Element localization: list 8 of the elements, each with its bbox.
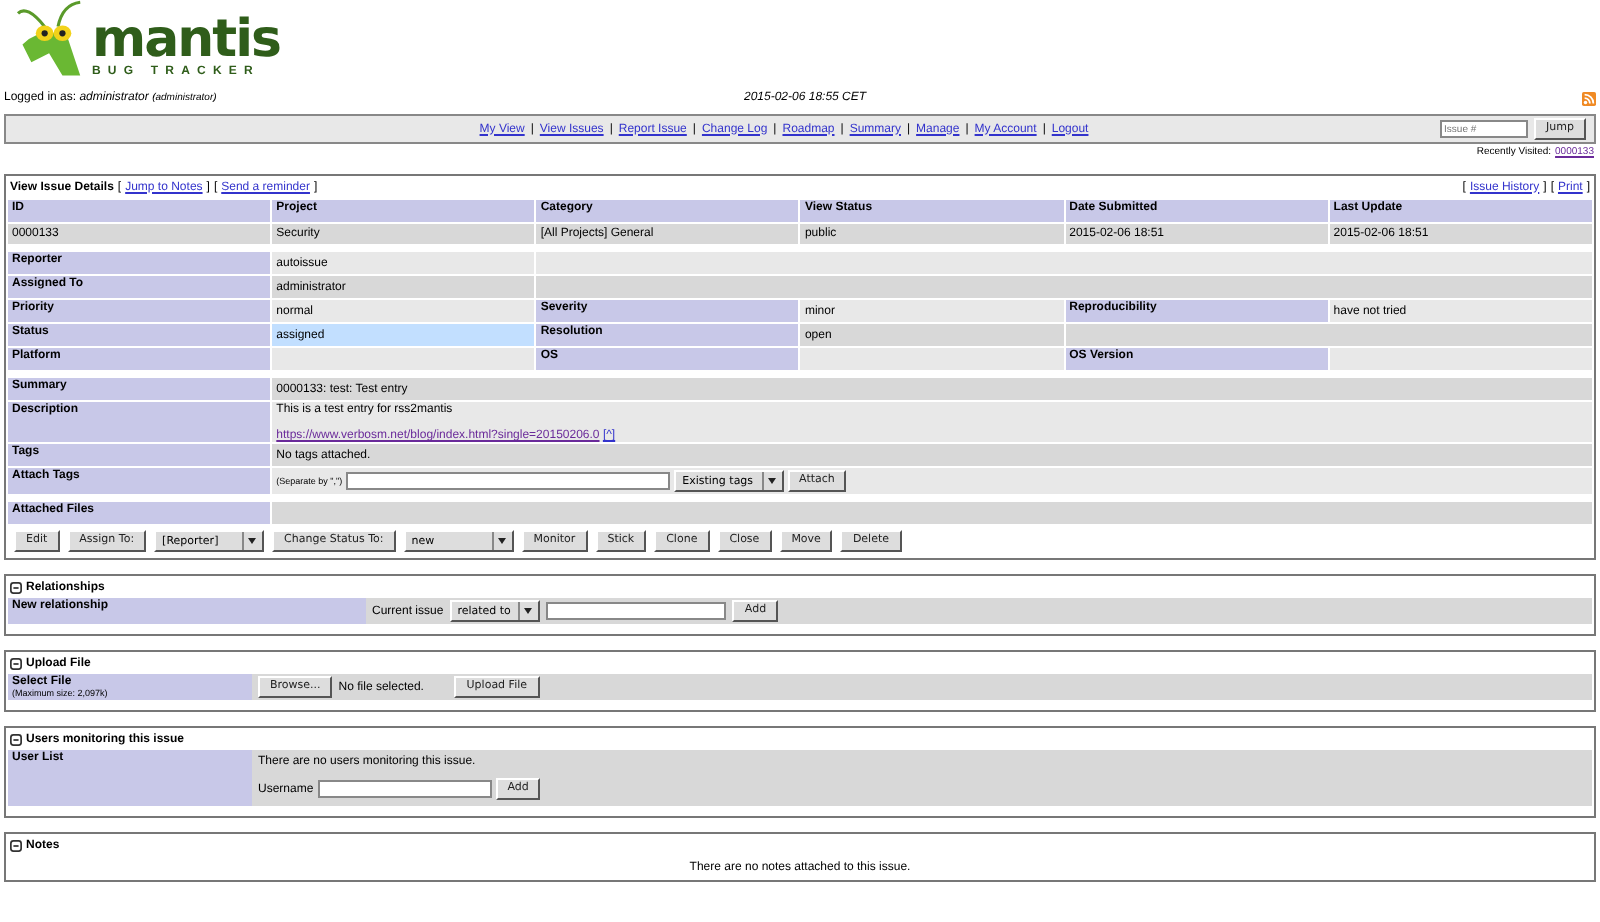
issue-id-field[interactable] [546,602,727,620]
logo-title: mantis [92,16,280,64]
collapse-icon[interactable] [10,657,22,669]
username-field[interactable] [317,780,492,798]
collapse-icon[interactable] [10,733,22,745]
tags-field[interactable] [346,472,671,490]
collapse-icon[interactable] [10,839,22,851]
collapse-icon[interactable] [10,581,22,593]
